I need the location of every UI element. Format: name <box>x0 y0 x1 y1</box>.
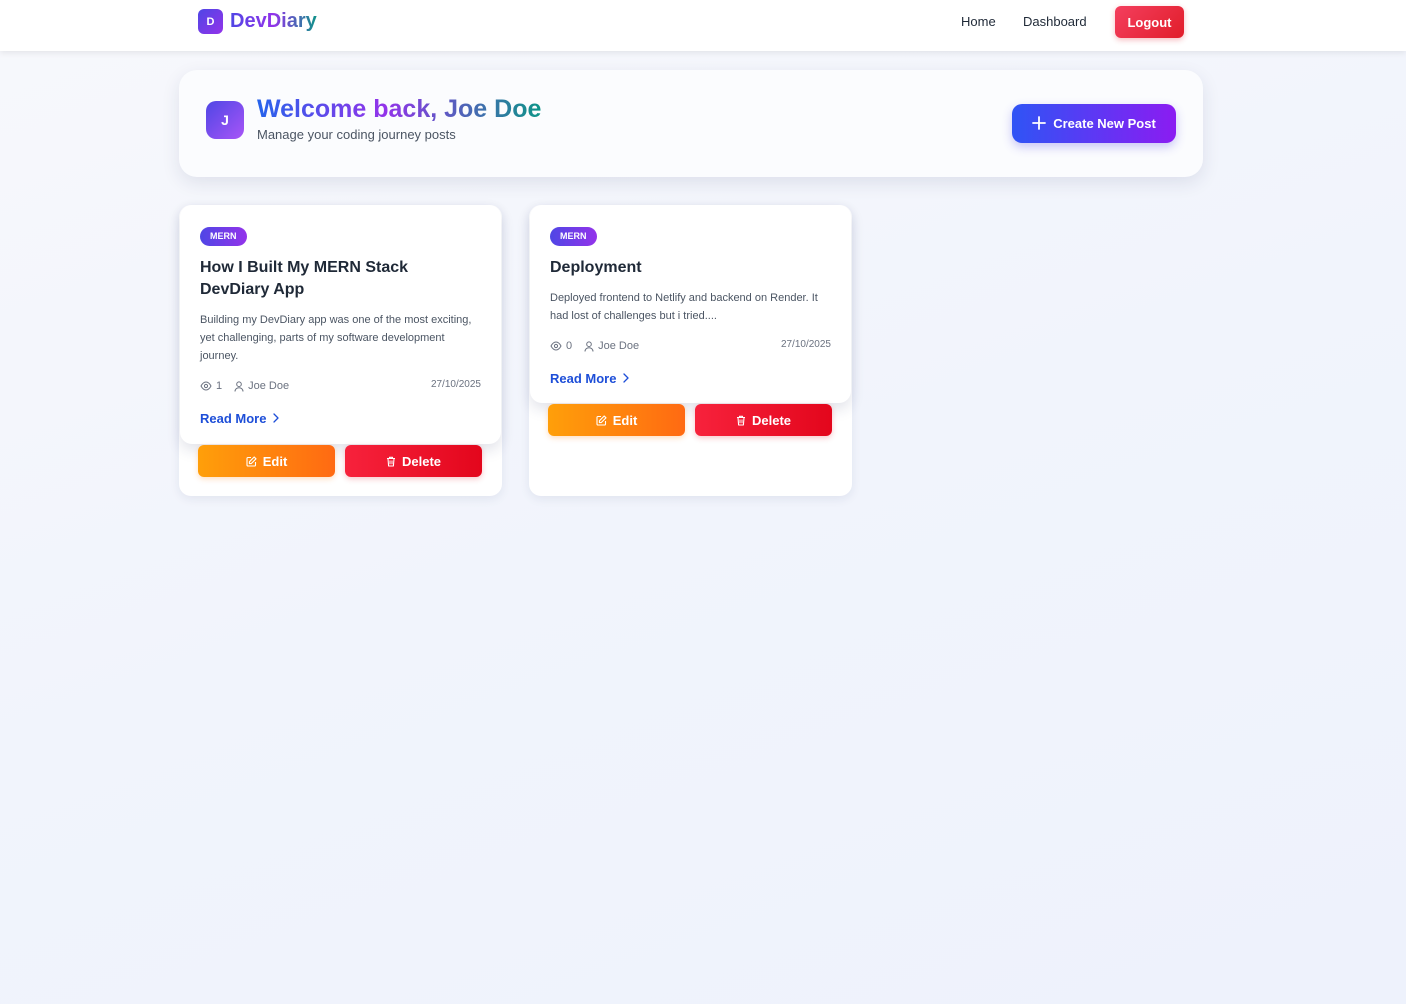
post-tag-badge: MERN <box>200 227 247 246</box>
delete-label: Delete <box>751 412 792 428</box>
edit-button[interactable]: Edit <box>198 445 335 477</box>
post-author-name: Joe Doe <box>598 340 640 352</box>
edit-button[interactable]: Edit <box>548 404 685 436</box>
eye-icon <box>550 341 562 351</box>
post-title[interactable]: Deployment <box>550 257 831 279</box>
trash-icon <box>736 415 746 426</box>
post-views: 1 <box>200 380 222 392</box>
post-actions: Edit Delete <box>548 404 832 436</box>
edit-label: Edit <box>612 412 638 428</box>
user-icon <box>584 340 594 352</box>
post-card: MERN Deployment Deployed frontend to Net… <box>529 205 852 496</box>
post-tag-badge: MERN <box>550 227 597 246</box>
edit-icon <box>596 414 607 426</box>
post-date: 27/10/2025 <box>430 379 481 390</box>
navbar: D DevDiary Home Dashboard Logout <box>0 0 1406 51</box>
avatar: J <box>206 101 244 139</box>
eye-icon <box>200 381 212 391</box>
edit-label: Edit <box>262 453 288 469</box>
logout-button[interactable]: Logout <box>1115 6 1184 38</box>
post-title[interactable]: How I Built My MERN Stack DevDiary App <box>200 257 481 301</box>
delete-button[interactable]: Delete <box>345 445 482 477</box>
post-excerpt: Building my DevDiary app was one of the … <box>200 314 472 362</box>
post-author: Joe Doe <box>234 380 289 392</box>
post-card-content[interactable]: MERN How I Built My MERN Stack DevDiary … <box>180 205 501 444</box>
post-meta: 0 Joe Doe 27/10/2025 <box>550 339 831 353</box>
post-card: MERN How I Built My MERN Stack DevDiary … <box>179 205 502 496</box>
page-title: Welcome back, Joe Doe <box>257 95 542 123</box>
post-actions: Edit Delete <box>198 445 482 477</box>
post-card-content[interactable]: MERN Deployment Deployed frontend to Net… <box>530 205 851 403</box>
post-date: 27/10/2025 <box>780 339 831 350</box>
page-subtitle: Manage your coding journey posts <box>257 127 456 142</box>
trash-icon <box>386 456 396 467</box>
create-new-post-button[interactable]: Create New Post <box>1012 104 1176 143</box>
read-more-label: Read More <box>200 410 267 426</box>
brand-name: DevDiary <box>230 10 317 32</box>
post-views-count: 0 <box>566 340 573 352</box>
user-icon <box>234 380 244 392</box>
post-author: Joe Doe <box>584 340 639 352</box>
post-meta: 1 Joe Doe 27/10/2025 <box>200 379 481 393</box>
delete-label: Delete <box>401 453 442 469</box>
welcome-panel: J Welcome back, Joe Doe Manage your codi… <box>179 70 1203 177</box>
brand-logo-icon: D <box>198 9 223 34</box>
chevron-right-icon <box>272 413 280 423</box>
read-more-link[interactable]: Read More <box>200 409 481 427</box>
post-author-name: Joe Doe <box>248 380 290 392</box>
delete-button[interactable]: Delete <box>695 404 832 436</box>
plus-icon <box>1032 115 1047 130</box>
create-new-post-label: Create New Post <box>1053 116 1156 131</box>
read-more-link[interactable]: Read More <box>550 369 831 387</box>
edit-icon <box>246 455 257 467</box>
post-excerpt: Deployed frontend to Netlify and backend… <box>550 292 818 322</box>
post-views-count: 1 <box>216 380 223 392</box>
post-views: 0 <box>550 340 572 352</box>
read-more-label: Read More <box>550 370 617 386</box>
nav-dashboard-link[interactable]: Dashboard <box>1023 14 1087 29</box>
nav-home-link[interactable]: Home <box>961 14 996 29</box>
brand[interactable]: D DevDiary <box>198 9 317 34</box>
chevron-right-icon <box>622 373 630 383</box>
